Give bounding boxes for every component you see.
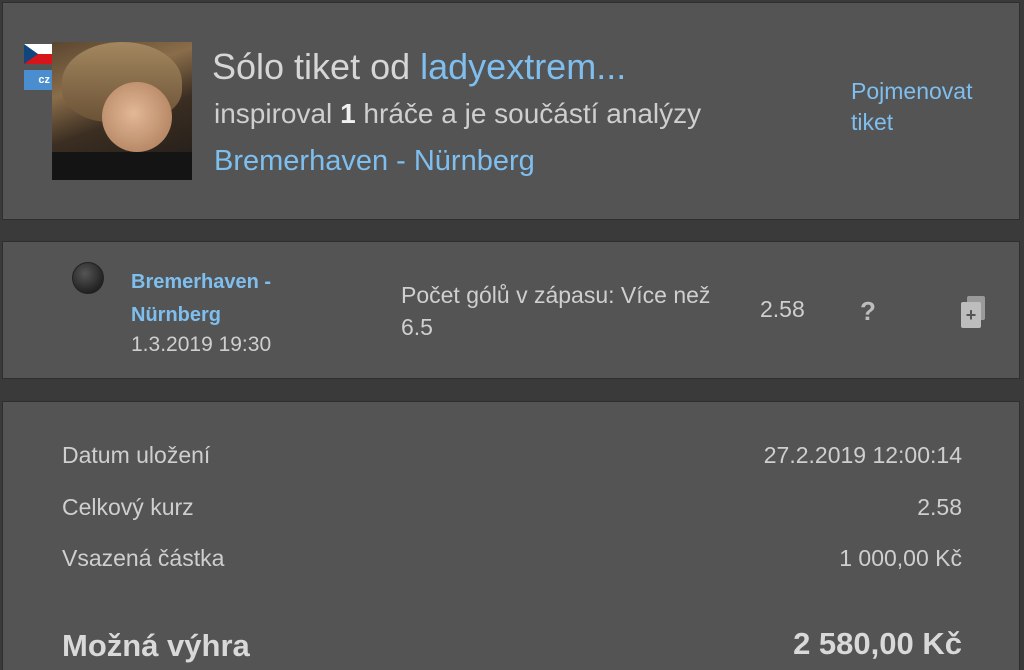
subtitle-post: hráče a je součástí analýzy [355, 98, 702, 129]
selection-match-link[interactable]: Bremerhaven - Nürnberg [131, 266, 331, 332]
user-avatar[interactable] [52, 42, 192, 180]
czech-flag-icon [24, 44, 52, 64]
avatar-shirt [52, 152, 192, 180]
author-link[interactable]: ladyextrem... [420, 46, 626, 87]
name-ticket-link[interactable]: Pojmenovat tiket [851, 76, 1011, 138]
ticket-subtitle: inspiroval 1 hráče a je součástí analýzy [214, 98, 701, 130]
question-icon[interactable]: ? [856, 296, 880, 326]
stake-label: Vsazená částka [62, 545, 225, 571]
language-badge: cz [24, 70, 52, 90]
stake-value: 1 000,00 Kč [839, 545, 962, 571]
subtitle-pre: inspiroval [214, 98, 341, 129]
copy-add-icon[interactable]: + [961, 296, 989, 328]
total-odds-value: 2.58 [917, 494, 962, 520]
selection-odds: 2.58 [760, 296, 805, 322]
possible-win-value: 2 580,00 Kč [793, 626, 962, 661]
saved-date-value: 27.2.2019 12:00:14 [763, 442, 962, 468]
total-odds-label: Celkový kurz [62, 494, 194, 520]
copy-plus-glyph: + [965, 305, 977, 325]
header-match-link[interactable]: Bremerhaven - Nürnberg [214, 145, 535, 178]
inspired-count: 1 [340, 98, 356, 129]
selection-bet: Počet gólů v zápasu: Více než 6.5 [401, 282, 711, 340]
status-dot-icon [72, 262, 104, 294]
ticket-title: Sólo tiket od ladyextrem... [212, 46, 626, 88]
saved-date-label: Datum uložení [62, 442, 211, 468]
possible-win-label: Možná výhra [62, 628, 250, 663]
selection-datetime: 1.3.2019 19:30 [131, 333, 272, 356]
title-prefix: Sólo tiket od [212, 46, 421, 87]
avatar-face [102, 82, 172, 152]
